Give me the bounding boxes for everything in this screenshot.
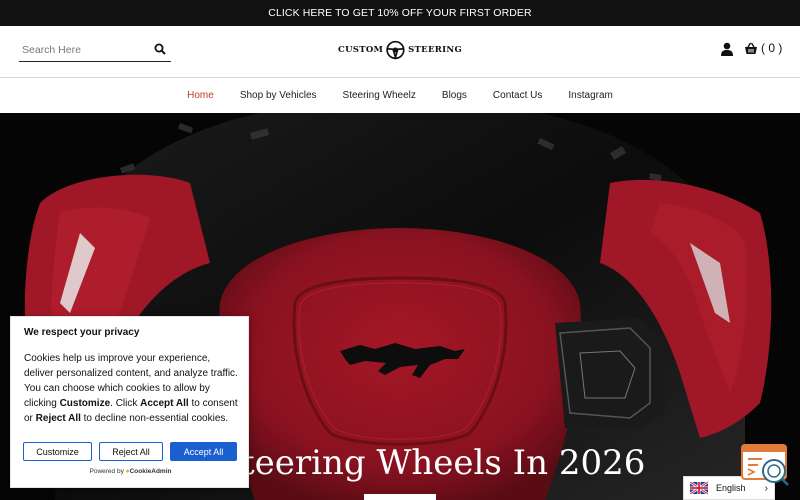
cookie-reject-all-button[interactable]: Reject All <box>99 442 163 461</box>
hero-cta-button[interactable] <box>364 494 436 500</box>
cart-button[interactable]: ( 0 ) <box>744 41 782 55</box>
promo-banner[interactable]: CLICK HERE TO GET 10% OFF YOUR FIRST ORD… <box>0 0 800 26</box>
site-header: CUSTOM STEERING ( 0 ) <box>0 26 800 78</box>
cookie-customize-button[interactable]: Customize <box>23 442 92 461</box>
cookie-accept-all-button[interactable]: Accept All <box>170 442 237 461</box>
main-navigation: Home Shop by Vehicles Steering Wheelz Bl… <box>0 78 800 113</box>
cookie-title: We respect your privacy <box>24 327 140 338</box>
nav-item-instagram[interactable]: Instagram <box>568 90 612 101</box>
nav-item-shop-by-vehicles[interactable]: Shop by Vehicles <box>240 90 317 101</box>
search-icon[interactable] <box>154 43 166 55</box>
nav-item-contact-us[interactable]: Contact Us <box>493 90 542 101</box>
logo-text-right: STEERING <box>408 45 462 55</box>
chat-support-icon[interactable] <box>740 443 790 487</box>
promo-text[interactable]: CLICK HERE TO GET 10% OFF YOUR FIRST ORD… <box>268 7 531 19</box>
cookie-description: Cookies help us improve your experience,… <box>24 353 238 424</box>
nav-item-steering-wheelz[interactable]: Steering Wheelz <box>343 90 416 101</box>
user-account-icon[interactable] <box>720 42 734 56</box>
powered-by-label[interactable]: Powered by ●CookieAdmin <box>11 468 250 475</box>
site-logo[interactable]: CUSTOM STEERING <box>338 32 462 68</box>
search-bar <box>19 38 171 62</box>
uk-flag-icon <box>690 482 708 494</box>
search-input[interactable] <box>22 41 147 59</box>
steering-wheel-icon <box>386 40 405 61</box>
nav-item-blogs[interactable]: Blogs <box>442 90 467 101</box>
cart-count: ( 0 ) <box>761 41 783 55</box>
logo-text-left: CUSTOM <box>338 45 384 55</box>
cookie-consent-banner: We respect your privacy Cookies help us … <box>10 316 249 488</box>
nav-item-home[interactable]: Home <box>187 90 214 101</box>
basket-icon <box>745 42 757 54</box>
